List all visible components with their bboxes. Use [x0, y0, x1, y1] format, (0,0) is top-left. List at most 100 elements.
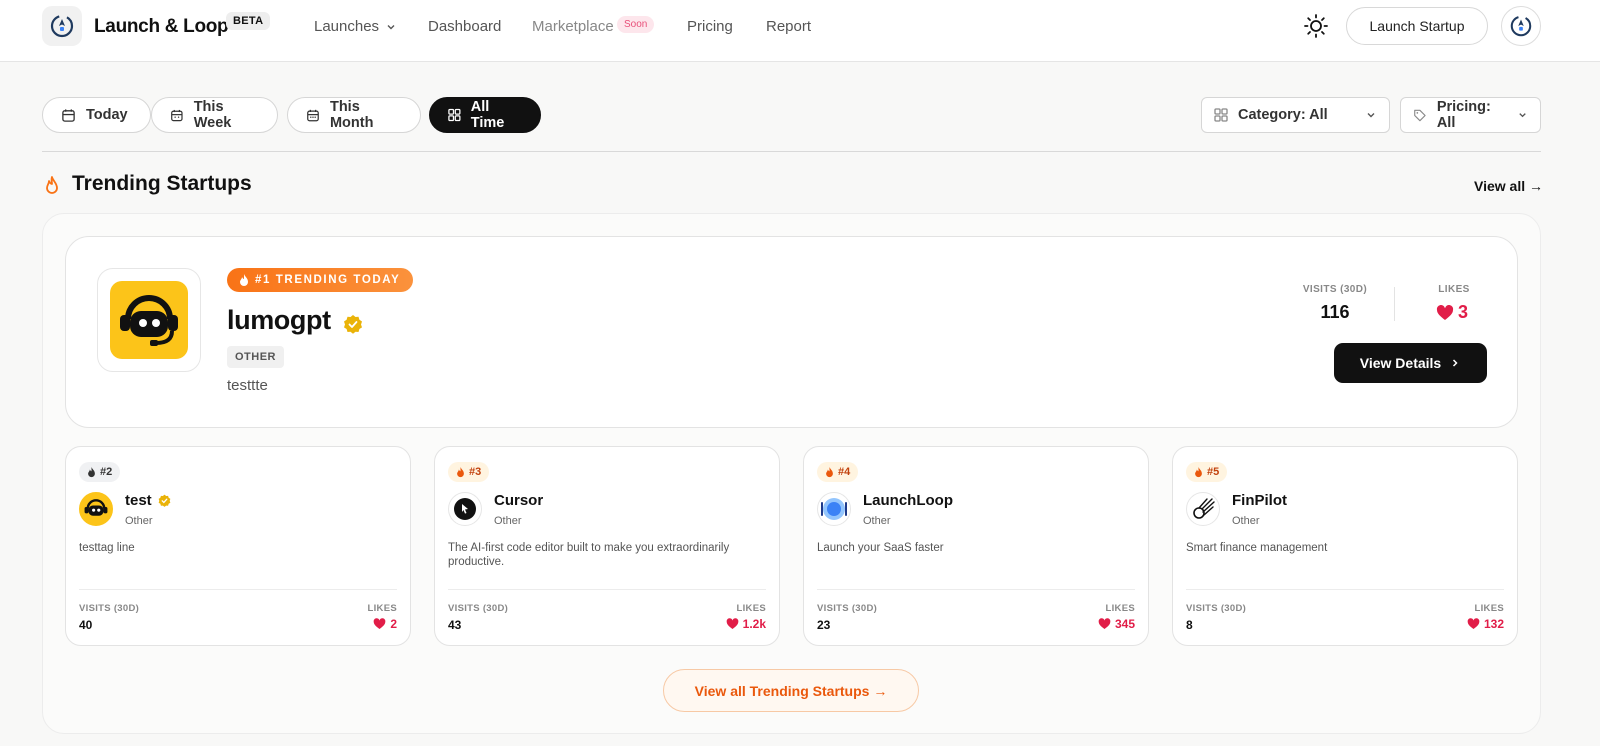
featured-name[interactable]: lumogpt — [227, 305, 331, 336]
likes-button[interactable]: 345 — [1098, 617, 1135, 631]
startup-name[interactable]: test — [125, 492, 152, 509]
calendar-icon — [62, 108, 75, 122]
flame-icon — [88, 466, 95, 477]
card-divider — [448, 589, 766, 590]
filter-this-week[interactable]: This Week — [151, 97, 278, 133]
rank-badge: #2 — [79, 462, 121, 482]
chevron-down-icon — [1519, 113, 1526, 118]
startup-name[interactable]: FinPilot — [1232, 492, 1287, 509]
startup-category: Other — [125, 515, 153, 527]
chevron-down-icon — [387, 24, 395, 29]
section-title: Trending Startups — [72, 172, 252, 195]
nav-launches-label: Launches — [314, 18, 380, 35]
filter-all-time[interactable]: All Time — [429, 97, 541, 133]
likes-label: LIKES — [1474, 603, 1504, 614]
chevron-right-icon — [1453, 359, 1458, 367]
visits-value: 43 — [448, 618, 462, 632]
featured-visits-value: 116 — [1320, 302, 1350, 322]
nav-pricing[interactable]: Pricing — [687, 18, 733, 35]
startup-name-row: Cursor — [494, 492, 543, 509]
likes-label: LIKES — [736, 603, 766, 614]
visits-value: 8 — [1186, 618, 1193, 632]
nav-marketplace[interactable]: Marketplace — [532, 18, 614, 35]
logo[interactable] — [42, 6, 82, 46]
startup-card-cursor[interactable]: #3 Cursor Other The AI-first code editor… — [434, 446, 780, 646]
view-all-link[interactable]: View all → — [1474, 178, 1543, 194]
chat-bot-icon — [84, 499, 108, 516]
category-select-label: Category: All — [1238, 107, 1328, 123]
featured-likes[interactable]: 3 — [1436, 302, 1468, 323]
visits-label: VISITS (30D) — [79, 603, 140, 614]
startup-name[interactable]: Cursor — [494, 492, 543, 509]
grid-icon — [1214, 108, 1228, 122]
launch-startup-button[interactable]: Launch Startup — [1346, 7, 1488, 45]
rank-badge: #3 — [448, 462, 490, 482]
nav-report[interactable]: Report — [766, 18, 811, 35]
startup-name[interactable]: LaunchLoop — [863, 492, 953, 509]
verified-badge-icon — [158, 494, 171, 507]
rank-label: #5 — [1207, 466, 1220, 478]
view-details-label: View Details — [1359, 355, 1442, 371]
rank-badge: #4 — [817, 462, 859, 482]
startup-name-row: LaunchLoop — [863, 492, 953, 509]
flame-icon — [1195, 466, 1202, 477]
filter-today[interactable]: Today — [42, 97, 151, 133]
startup-card-finpilot[interactable]: #5 FinPilot Other Smart finance manageme… — [1172, 446, 1518, 646]
comet-logo-icon — [1193, 498, 1215, 519]
top-header: Launch & Loop BETA Launches Dashboard Ma… — [0, 0, 1600, 62]
view-all-trending-button[interactable]: View all Trending Startups → — [663, 669, 919, 712]
startup-description: The AI-first code editor built to make y… — [448, 542, 730, 568]
likes-button[interactable]: 2 — [373, 617, 397, 631]
heart-icon — [1467, 618, 1480, 630]
likes-value: 2 — [390, 617, 397, 631]
calendar-month-icon — [307, 109, 319, 121]
avatar[interactable] — [1501, 6, 1541, 46]
startup-card-test[interactable]: #2 test Other testtag line VISITS (30D) … — [65, 446, 411, 646]
heart-icon — [373, 618, 386, 630]
trending-badge-label: #1 TRENDING TODAY — [255, 274, 401, 286]
startup-logo — [1186, 492, 1220, 526]
category-select[interactable]: Category: All — [1201, 97, 1390, 133]
view-details-button[interactable]: View Details — [1334, 343, 1487, 383]
rank-label: #3 — [469, 466, 482, 478]
startup-logo — [448, 492, 482, 526]
soon-badge: Soon — [617, 16, 655, 33]
rank-label: #2 — [100, 466, 113, 478]
flame-icon — [46, 176, 58, 194]
pricing-select[interactable]: Pricing: All — [1400, 97, 1541, 133]
rank-badge: #5 — [1186, 462, 1228, 482]
likes-value: 1.2k — [742, 617, 766, 631]
divider — [42, 151, 1541, 152]
tag-icon — [1414, 109, 1426, 121]
startup-name-row: FinPilot — [1232, 492, 1287, 509]
featured-likes-label: LIKES — [1438, 284, 1470, 295]
startup-description: Smart finance management — [1186, 542, 1328, 554]
heart-icon — [1436, 304, 1454, 320]
filter-all-time-label: All Time — [470, 99, 505, 131]
startup-logo — [817, 492, 851, 526]
filter-this-month-label: This Month — [329, 99, 374, 131]
filter-this-month[interactable]: This Month — [287, 97, 421, 133]
flame-icon — [240, 273, 248, 286]
nav-launches[interactable]: Launches — [314, 18, 397, 35]
nav-dashboard[interactable]: Dashboard — [428, 18, 501, 35]
visits-label: VISITS (30D) — [448, 603, 509, 614]
startup-category: Other — [1232, 515, 1260, 527]
flame-icon — [457, 466, 464, 477]
startup-category: Other — [863, 515, 891, 527]
brand-name[interactable]: Launch & Loop — [94, 16, 229, 38]
likes-value: 345 — [1114, 617, 1135, 631]
trending-badge: #1 TRENDING TODAY — [227, 268, 413, 292]
startup-card-launchloop[interactable]: #4 LaunchLoop Other Launch your SaaS fas… — [803, 446, 1149, 646]
visits-label: VISITS (30D) — [817, 603, 878, 614]
visits-value: 40 — [79, 618, 93, 632]
verified-badge-icon — [344, 315, 362, 334]
likes-button[interactable]: 132 — [1467, 617, 1504, 631]
rank-label: #4 — [838, 466, 851, 478]
startup-logo — [79, 492, 113, 526]
likes-button[interactable]: 1.2k — [726, 617, 766, 631]
pricing-select-label: Pricing: All — [1436, 99, 1491, 131]
startup-category: Other — [494, 515, 522, 527]
sun-icon[interactable] — [1303, 13, 1329, 39]
beta-badge: BETA — [226, 12, 271, 30]
